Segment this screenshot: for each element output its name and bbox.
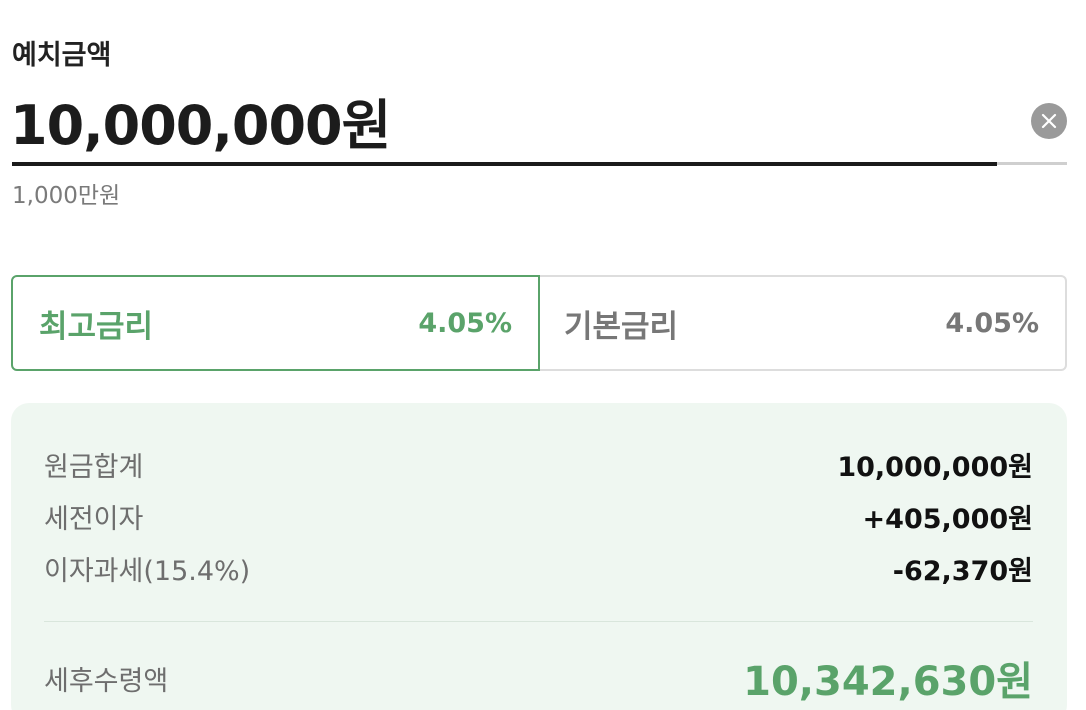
input-underline-active — [12, 162, 997, 166]
summary-row-value: +405,000원 — [862, 504, 1033, 535]
summary-row-interest-tax: 이자과세(15.4%) -62,370원 — [44, 549, 1033, 588]
summary-row-label: 이자과세(15.4%) — [44, 556, 251, 587]
tab-max-rate[interactable]: 최고금리 4.05% — [11, 275, 540, 371]
tab-base-rate-value: 4.05% — [945, 307, 1039, 339]
summary-row-label: 원금합계 — [44, 452, 144, 483]
input-underline — [12, 162, 1067, 166]
summary-row-value: -62,370원 — [892, 556, 1033, 587]
tab-base-rate-label: 기본금리 — [564, 308, 679, 345]
summary-row-label: 세전이자 — [44, 504, 144, 535]
deposit-amount-label: 예치금액 — [12, 40, 112, 71]
tab-base-rate[interactable]: 기본금리 4.05% — [538, 275, 1067, 371]
clear-button[interactable] — [1031, 103, 1067, 139]
summary-panel: 원금합계 10,000,000원 세전이자 +405,000원 이자과세(15.… — [11, 403, 1067, 710]
summary-divider — [44, 621, 1033, 622]
amount-helper-text: 1,000만원 — [12, 183, 121, 209]
after-tax-value: 10,342,630원 — [743, 659, 1033, 705]
summary-row-principal: 원금합계 10,000,000원 — [44, 445, 1033, 484]
after-tax-label: 세후수령액 — [44, 665, 169, 697]
summary-row-value: 10,000,000원 — [837, 452, 1033, 483]
deposit-amount-input[interactable] — [10, 84, 990, 156]
close-icon — [1041, 113, 1057, 129]
summary-row-pretax-interest: 세전이자 +405,000원 — [44, 497, 1033, 536]
tab-max-rate-label: 최고금리 — [39, 308, 154, 345]
tab-max-rate-value: 4.05% — [418, 307, 512, 339]
summary-row-after-tax: 세후수령액 10,342,630원 — [44, 649, 1033, 707]
deposit-calculator: 예치금액 1,000만원 최고금리 4.05% 기본금리 4.05% 원금합계 … — [0, 0, 1086, 710]
